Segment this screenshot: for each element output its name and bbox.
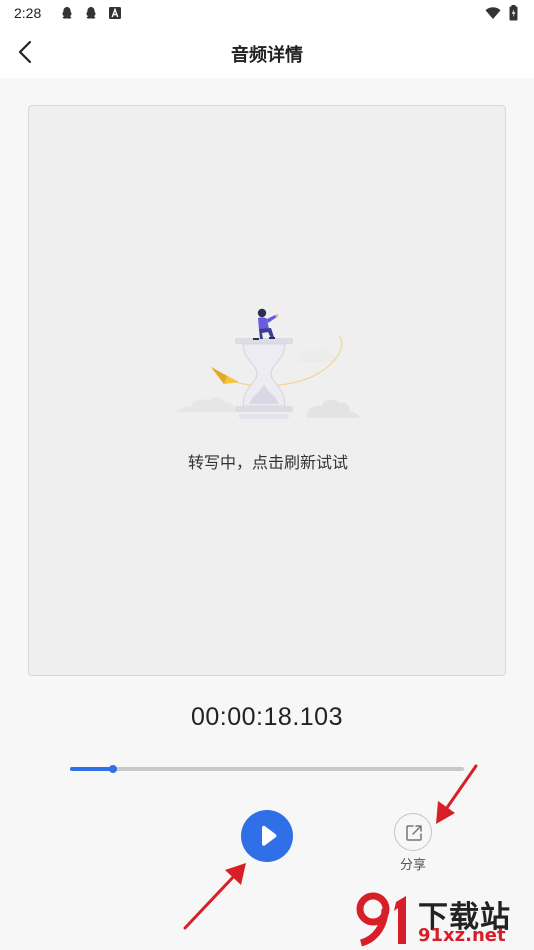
status-time: 2:28	[14, 5, 42, 21]
play-icon	[262, 825, 277, 846]
page-title: 音频详情	[231, 45, 303, 65]
status-bar: 2:28	[0, 0, 534, 26]
playback-time: 00:00:18.103	[191, 703, 343, 731]
hourglass-person-illustration	[175, 308, 360, 419]
watermark-logo: 下载站 91xz.net	[354, 892, 530, 948]
share-label: 分享	[399, 857, 426, 872]
progress-track	[70, 767, 464, 771]
app-bar: 音频详情	[0, 26, 534, 78]
watermark-91-icon	[356, 892, 406, 947]
share-button[interactable]: 分享	[387, 810, 439, 872]
progress-thumb[interactable]	[109, 765, 117, 773]
progress-slider[interactable]	[70, 762, 464, 776]
qq-icon	[62, 7, 72, 19]
watermark-url: 91xz.net	[418, 925, 506, 946]
transcribing-status-text[interactable]: 转写中，点击刷新试试	[29, 449, 507, 473]
qq-icon	[86, 7, 96, 19]
progress-fill	[70, 767, 113, 771]
transcription-card[interactable]: 转写中，点击刷新试试	[28, 105, 506, 676]
battery-icon	[509, 5, 518, 21]
wifi-icon	[485, 7, 501, 19]
a-icon	[109, 7, 121, 19]
play-button[interactable]	[241, 810, 293, 862]
share-icon	[406, 825, 422, 841]
share-icon-circle	[394, 813, 432, 851]
